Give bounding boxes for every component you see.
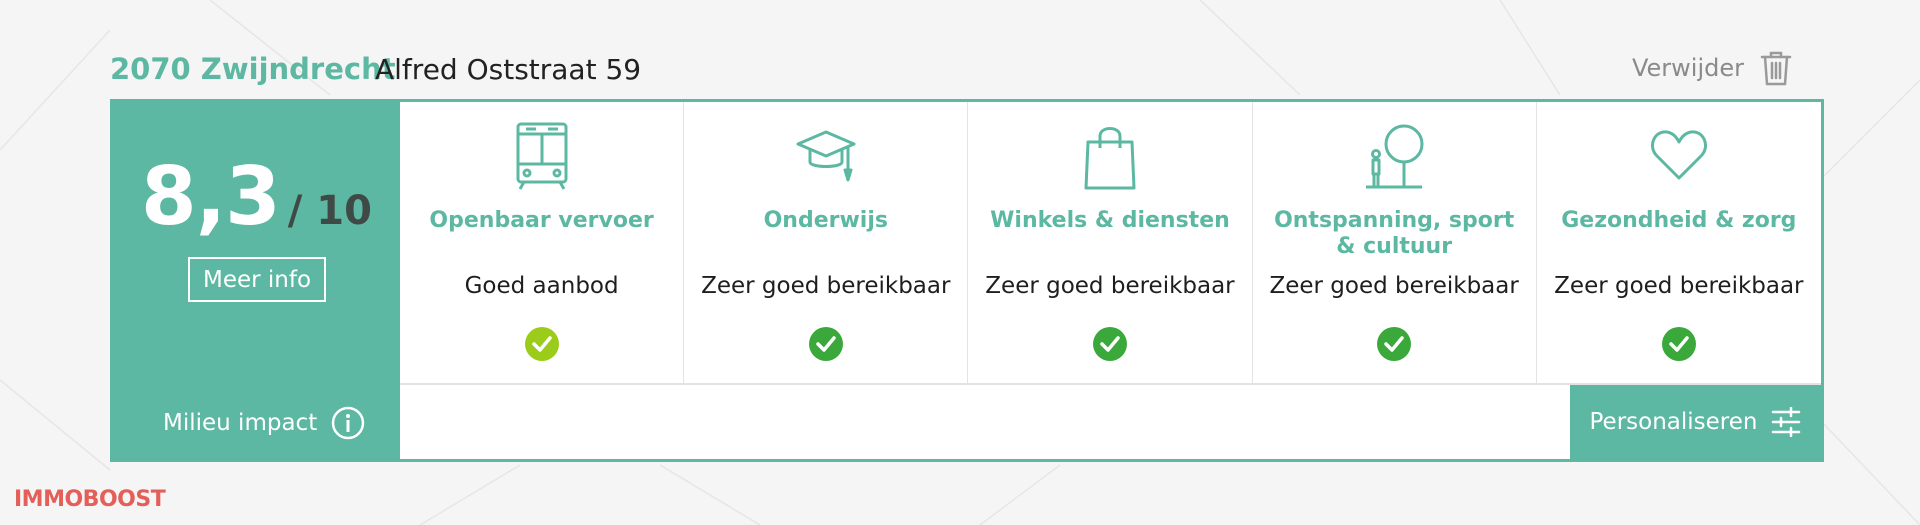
category-leisure-sport-culture[interactable]: Ontspanning, sport & cultuur Zeer goed b…	[1253, 102, 1537, 383]
category-status: Zeer goed bereikbaar	[1269, 273, 1519, 299]
category-status: Zeer goed bereikbaar	[701, 273, 951, 299]
check-circle-icon	[808, 327, 843, 361]
score-panel: 8,3/ 10 Meer info Milieu impact	[113, 102, 400, 459]
score-value: 8,3	[141, 150, 281, 243]
more-info-button[interactable]: Meer info	[188, 257, 326, 302]
check-circle-icon	[1377, 327, 1412, 361]
milieu-impact-label: Milieu impact	[163, 410, 318, 436]
neighborhood-score-card: 8,3/ 10 Meer info Milieu impact Openbaar…	[110, 99, 1824, 462]
score-display: 8,3/ 10	[113, 150, 400, 243]
check-circle-icon	[1092, 327, 1127, 361]
category-status: Zeer goed bereikbaar	[985, 273, 1235, 299]
category-title: Winkels & diensten	[990, 208, 1230, 233]
bus-icon	[516, 122, 568, 190]
category-health-care[interactable]: Gezondheid & zorg Zeer goed bereikbaar	[1537, 102, 1821, 383]
category-education[interactable]: Onderwijs Zeer goed bereikbaar	[684, 102, 969, 383]
watermark-logo: IMMOBOOST	[14, 487, 166, 512]
heart-icon	[1650, 130, 1707, 180]
info-icon	[331, 406, 365, 440]
category-title: Openbaar vervoer	[429, 208, 654, 233]
category-public-transport[interactable]: Openbaar vervoer Goed aanbod	[400, 102, 685, 383]
park-tree-icon	[1366, 124, 1424, 189]
shopping-bag-icon	[1084, 127, 1136, 190]
sliders-icon	[1772, 407, 1801, 437]
trash-icon	[1760, 51, 1792, 86]
city-label: 2070 Zwijndrecht	[110, 52, 396, 86]
category-status: Goed aanbod	[464, 273, 619, 299]
category-list: Openbaar vervoer Goed aanbod Onderwijs Z…	[400, 102, 1821, 385]
check-circle-icon	[524, 327, 559, 361]
street-label: Alfred Oststraat 59	[375, 53, 642, 86]
score-max: / 10	[287, 188, 372, 234]
category-status: Zeer goed bereikbaar	[1554, 273, 1804, 299]
graduation-cap-icon	[796, 130, 856, 182]
personalize-button[interactable]: Personaliseren	[1570, 385, 1821, 459]
remove-button[interactable]: Verwijder	[1632, 50, 1792, 86]
milieu-impact-button[interactable]: Milieu impact	[163, 406, 365, 440]
remove-label: Verwijder	[1631, 54, 1744, 82]
category-shops-services[interactable]: Winkels & diensten Zeer goed bereikbaar	[968, 102, 1253, 383]
category-title: Gezondheid & zorg	[1561, 208, 1797, 233]
personalize-label: Personaliseren	[1589, 409, 1758, 435]
check-circle-icon	[1661, 327, 1696, 361]
category-title: Onderwijs	[763, 208, 888, 233]
category-title: Ontspanning, sport & cultuur	[1274, 208, 1515, 259]
address-header: 2070 Zwijndrecht Alfred Oststraat 59 Ver…	[110, 48, 1792, 92]
